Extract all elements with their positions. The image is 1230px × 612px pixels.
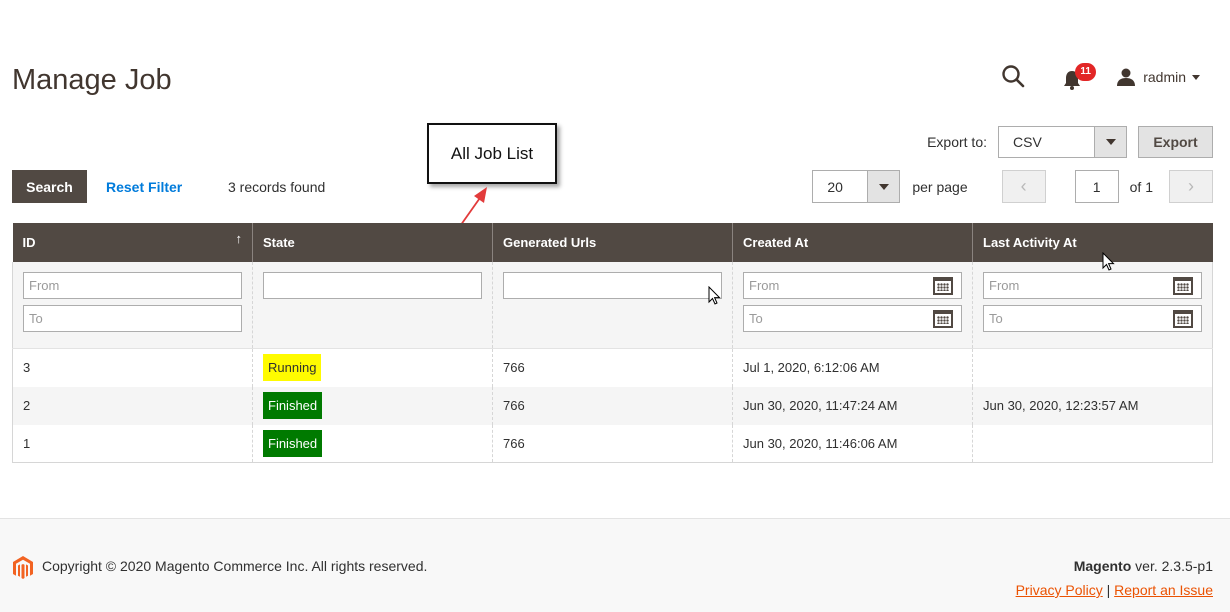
cell-state: Running <box>252 348 493 387</box>
cell-created-at: Jun 30, 2020, 11:46:06 AM <box>732 424 973 463</box>
annotation-label: All Job List <box>450 143 534 163</box>
table-row[interactable]: 3 Running 766 Jul 1, 2020, 6:12:06 AM <box>12 348 1213 387</box>
cell-id: 3 <box>12 348 253 387</box>
footer-separator: | <box>1102 582 1115 598</box>
column-header-state[interactable]: State <box>252 223 493 262</box>
page-title: Manage Job <box>12 64 172 96</box>
calendar-icon[interactable] <box>933 309 953 328</box>
cell-generated-urls: 766 <box>492 348 733 387</box>
id-to-input[interactable]: To <box>23 305 242 332</box>
calendar-icon[interactable] <box>1173 276 1193 295</box>
notifications-button[interactable]: 11 <box>1063 63 1097 90</box>
created-to-input[interactable]: To <box>743 305 962 332</box>
export-label: Export to: <box>927 134 987 150</box>
state-badge: Finished <box>263 429 323 457</box>
last-activity-from-input[interactable]: From <box>983 272 1202 299</box>
filter-row: From To From To From To <box>12 262 1213 349</box>
export-format-value: CSV <box>1013 134 1042 150</box>
cell-generated-urls: 766 <box>492 386 733 425</box>
privacy-policy-link[interactable]: Privacy Policy <box>1016 582 1103 598</box>
cell-state: Finished <box>252 386 493 425</box>
table-row[interactable]: 2 Finished 766 Jun 30, 2020, 11:47:24 AM… <box>12 386 1213 425</box>
version-number: ver. 2.3.5-p1 <box>1131 558 1213 574</box>
state-badge: Running <box>263 354 322 382</box>
pager: 20 per page ‹ 1 of 1 › <box>812 170 1213 203</box>
table-row[interactable]: 1 Finished 766 Jun 30, 2020, 11:46:06 AM <box>12 424 1213 463</box>
page-total: of 1 <box>1129 178 1153 195</box>
chevron-down-icon <box>1192 74 1200 80</box>
copyright-text: Copyright © 2020 Magento Commerce Inc. A… <box>42 558 428 574</box>
cell-last-activity-at <box>972 348 1213 387</box>
filter-generated-urls <box>492 262 733 349</box>
per-page-label: per page <box>912 178 968 195</box>
created-from-input[interactable]: From <box>743 272 962 299</box>
calendar-icon[interactable] <box>1173 309 1193 328</box>
prev-page-button[interactable]: ‹ <box>1001 170 1046 203</box>
user-menu[interactable]: radmin <box>1117 68 1200 86</box>
annotation-callout: All Job List <box>427 123 557 184</box>
filter-last-activity-at: From To <box>972 262 1213 349</box>
column-header-last-activity-at[interactable]: Last Activity At <box>972 223 1213 262</box>
cell-generated-urls: 766 <box>492 424 733 463</box>
grid-header-row: ID ↑ State Generated Urls Created At Last… <box>12 223 1213 262</box>
cell-last-activity-at <box>972 424 1213 463</box>
search-button[interactable]: Search <box>12 170 87 203</box>
export-format-select[interactable]: CSV <box>998 126 1127 158</box>
chevron-down-icon <box>1094 127 1126 157</box>
calendar-icon[interactable] <box>933 276 953 295</box>
state-badge: Finished <box>263 392 323 419</box>
cell-last-activity-at: Jun 30, 2020, 12:23:57 AM <box>972 386 1213 425</box>
report-issue-link[interactable]: Report an Issue <box>1114 582 1213 598</box>
cell-created-at: Jul 1, 2020, 6:12:06 AM <box>732 348 973 387</box>
user-name: radmin <box>1143 69 1186 85</box>
version-text: Magento ver. 2.3.5-p1 <box>1074 558 1213 574</box>
id-from-input[interactable]: From <box>23 272 242 299</box>
state-filter-input[interactable] <box>263 272 482 299</box>
next-page-button[interactable]: › <box>1169 170 1213 203</box>
last-activity-to-input[interactable]: To <box>983 305 1202 332</box>
filter-created-at: From To <box>732 262 973 349</box>
export-button[interactable]: Export <box>1138 126 1213 158</box>
brand-name: Magento <box>1073 558 1132 574</box>
export-area: Export to: CSV Export <box>927 126 1213 158</box>
column-header-id[interactable]: ID ↑ <box>12 223 253 262</box>
column-header-generated-urls[interactable]: Generated Urls <box>492 223 733 262</box>
notification-count-badge: 11 <box>1075 63 1097 81</box>
records-found: 3 records found <box>228 179 326 195</box>
sort-ascending-icon: ↑ <box>235 231 243 246</box>
cell-id: 2 <box>12 386 253 425</box>
page-footer: Copyright © 2020 Magento Commerce Inc. A… <box>0 518 1230 612</box>
column-header-created-at[interactable]: Created At <box>732 223 973 262</box>
filter-state <box>252 262 493 349</box>
chevron-down-icon <box>867 171 900 202</box>
magento-logo-icon <box>13 556 33 579</box>
user-icon <box>1117 68 1136 86</box>
header-actions: 11 radmin <box>1001 62 1200 92</box>
footer-links: Privacy Policy | Report an Issue <box>1016 582 1213 598</box>
page-number-input[interactable]: 1 <box>1074 170 1119 203</box>
per-page-value: 20 <box>827 178 843 195</box>
cell-state: Finished <box>252 424 493 463</box>
cell-created-at: Jun 30, 2020, 11:47:24 AM <box>732 386 973 425</box>
generated-urls-filter-input[interactable] <box>503 272 722 299</box>
filter-id: From To <box>12 262 253 349</box>
reset-filter-link[interactable]: Reset Filter <box>106 179 182 195</box>
cell-id: 1 <box>12 424 253 463</box>
search-icon[interactable] <box>1001 64 1027 90</box>
job-grid: ID ↑ State Generated Urls Created At Last… <box>12 223 1213 463</box>
per-page-select[interactable]: 20 <box>812 170 901 203</box>
